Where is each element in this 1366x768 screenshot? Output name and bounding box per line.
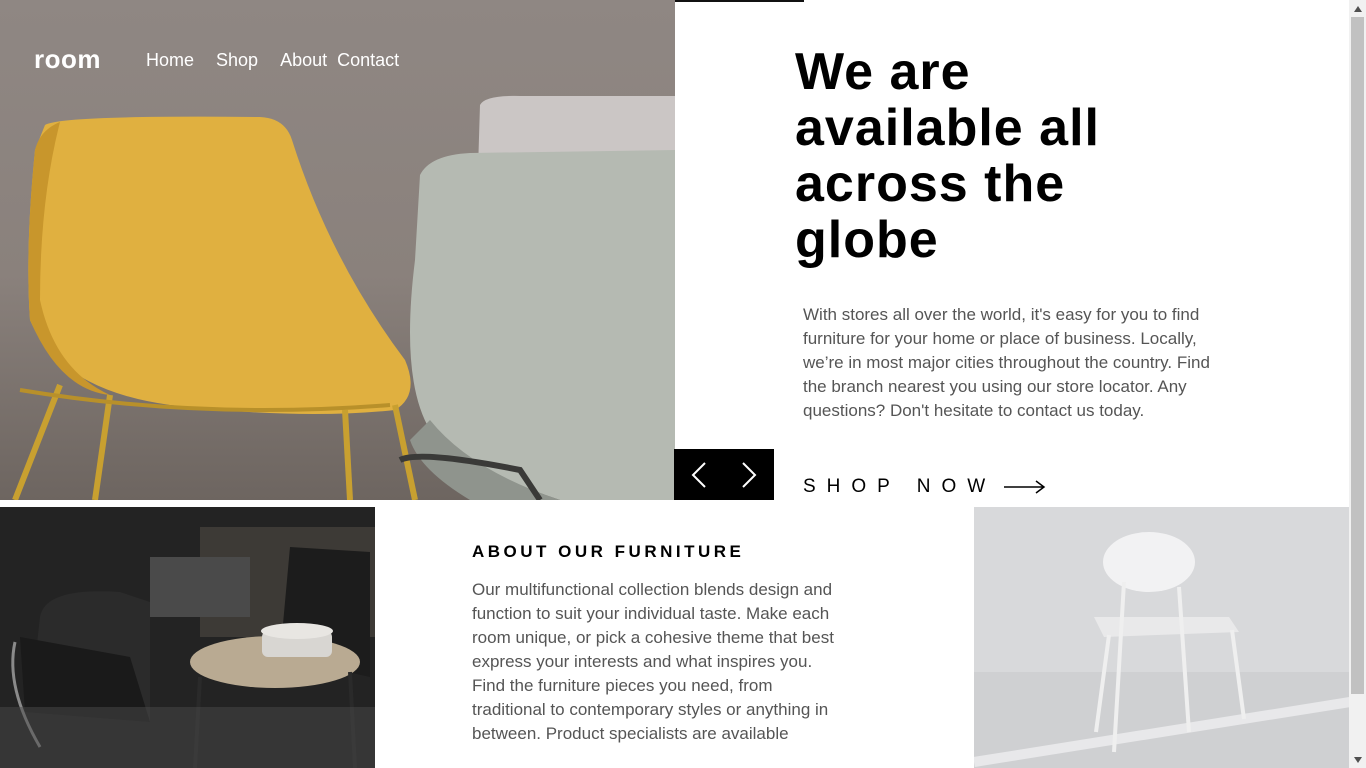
shop-now-link[interactable]: SHOP NOW <box>803 476 1046 498</box>
about-image-dark-room <box>0 507 375 768</box>
nav-link-contact[interactable]: Contact <box>337 50 399 71</box>
scrollbar-thumb[interactable] <box>1351 17 1364 694</box>
scroll-down-arrow[interactable] <box>1349 751 1366 768</box>
page-scrollbar[interactable] <box>1349 0 1366 768</box>
about-title: ABOUT OUR FURNITURE <box>472 542 745 561</box>
hero-image-chairs <box>0 0 675 500</box>
about-image-white-chair <box>974 507 1350 768</box>
main-nav: Home Shop About Contact <box>146 50 421 71</box>
long-arrow-right-icon <box>1004 480 1046 494</box>
slider-next-button[interactable] <box>724 449 774 500</box>
hero-description: With stores all over the world, it's eas… <box>803 305 1210 420</box>
chevron-left-icon <box>691 461 706 488</box>
site-logo[interactable]: room <box>34 44 101 75</box>
nav-link-shop[interactable]: Shop <box>216 50 258 71</box>
shop-now-label: SHOP NOW <box>803 476 997 497</box>
slider-prev-button[interactable] <box>674 449 724 500</box>
nav-link-home[interactable]: Home <box>146 50 194 71</box>
chevron-right-icon <box>742 461 757 488</box>
slider-controls <box>674 449 774 500</box>
scroll-up-arrow[interactable] <box>1349 0 1366 17</box>
nav-link-about[interactable]: About <box>280 50 327 71</box>
triangle-up-icon <box>1353 5 1362 12</box>
about-text: Our multifunctional collection blends de… <box>472 580 834 743</box>
triangle-down-icon <box>1353 756 1362 763</box>
hero-title: We are available all across the globe <box>795 43 1100 269</box>
